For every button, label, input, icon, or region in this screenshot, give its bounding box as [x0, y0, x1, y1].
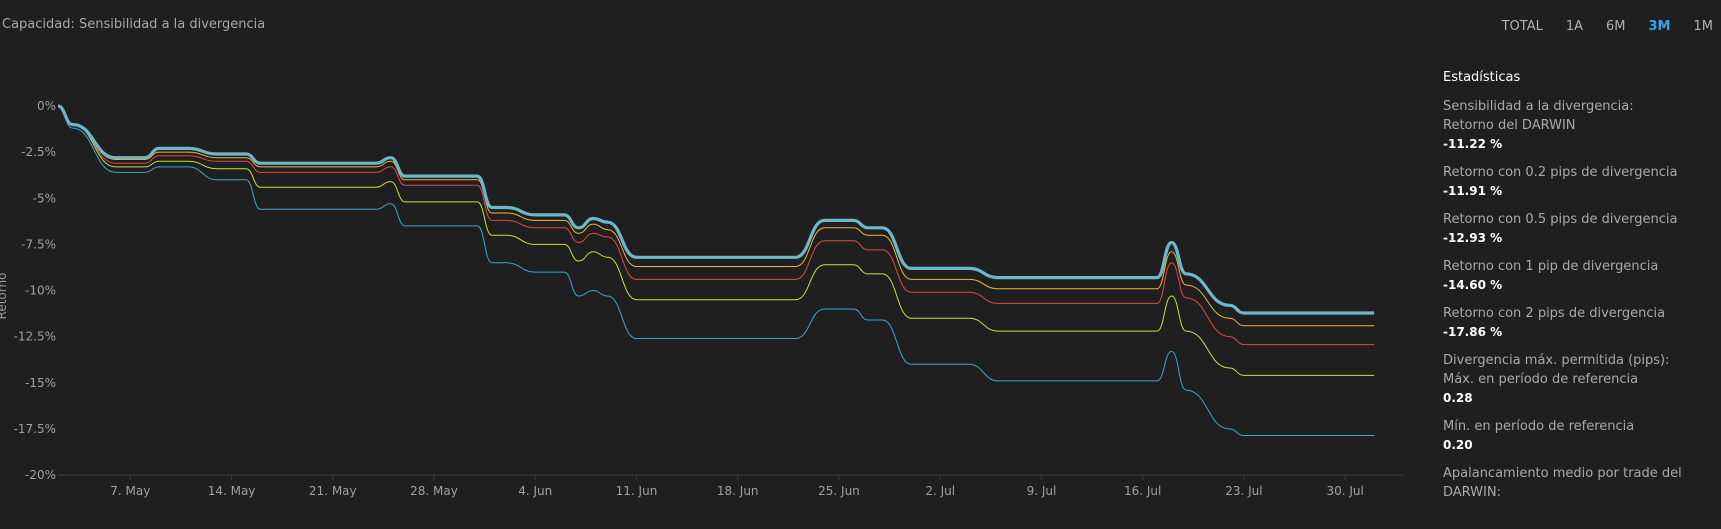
y-ticks: 0% -2.5% -5% -7.5% -10% -12.5% -15% -17.5% -20%	[14, 99, 56, 482]
series-line-1	[57, 105, 1375, 327]
x-tick-label: 9. Jul	[1027, 484, 1057, 498]
stat-value: 0.28	[1443, 391, 1473, 405]
stat-block: Retorno con 1 pip de divergencia -14.60 %	[1443, 257, 1718, 294]
stat-label: Retorno con 0.5 pips de divergencia	[1443, 212, 1678, 227]
divergence-chart: Retorno 0% -2.5% -5% -7.5% -10% -12.5% -15% -17…	[0, 99, 1403, 498]
stat-label: Máx. en período de referencia	[1443, 372, 1639, 387]
x-tick-label: 4. Jun	[518, 484, 552, 498]
x-tick-label: 11. Jun	[616, 484, 658, 498]
stat-block: Mín. en período de referencia 0.20	[1443, 417, 1718, 454]
stat-block: Retorno con 2 pips de divergencia -17.86 …	[1443, 304, 1718, 341]
stat-value: -14.60 %	[1443, 278, 1503, 292]
y-axis-label: Retorno	[0, 273, 9, 320]
stat-label: Retorno con 0.2 pips de divergencia	[1443, 165, 1678, 180]
y-tick-label: -17.5%	[14, 422, 56, 436]
x-tick-label: 21. May	[309, 484, 357, 498]
y-tick-label: 0%	[37, 99, 56, 113]
y-tick-label: -20%	[25, 468, 56, 482]
range-selector: TOTAL 1A 6M 3M 1M	[1502, 19, 1713, 34]
x-tick-label: 18. Jun	[717, 484, 759, 498]
range-1m[interactable]: 1M	[1694, 19, 1714, 34]
stats-heading: Estadísticas	[1443, 70, 1521, 85]
range-6m[interactable]: 6M	[1606, 19, 1626, 34]
range-total[interactable]: TOTAL	[1502, 19, 1543, 34]
x-tick-label: 28. May	[410, 484, 458, 498]
y-tick-label: -10%	[25, 284, 56, 298]
y-tick-label: -15%	[25, 376, 56, 390]
series-line-3	[57, 105, 1375, 376]
x-tick-label: 2. Jul	[925, 484, 955, 498]
x-ticks: 7. May 14. May 21. May 28. May 4. Jun 11. Jun…	[110, 475, 1364, 498]
stat-value: -12.93 %	[1443, 231, 1503, 245]
y-tick-label: -7.5%	[21, 237, 56, 251]
stat-block: Sensibilidad a la divergencia: Retorno de…	[1443, 97, 1718, 153]
stat-value: -17.86 %	[1443, 325, 1503, 339]
stat-label: Retorno con 1 pip de divergencia	[1443, 259, 1659, 274]
x-tick-label: 23. Jul	[1225, 484, 1262, 498]
stat-value: 0.20	[1443, 438, 1473, 452]
stat-label: Divergencia máx. permitida (pips):	[1443, 353, 1670, 368]
y-tick-label: -12.5%	[14, 330, 56, 344]
stat-block: Retorno con 0.5 pips de divergencia -12.9…	[1443, 210, 1718, 247]
x-tick-label: 14. May	[208, 484, 256, 498]
x-tick-label: 7. May	[110, 484, 150, 498]
stat-label: Retorno del DARWIN	[1443, 118, 1576, 133]
stats-panel: Estadísticas Sensibilidad a la divergenc…	[1443, 70, 1718, 512]
x-tick-label: 30. Jul	[1326, 484, 1363, 498]
chart-area: Retorno 0% -2.5% -5% -7.5% -10% -12.5% -15% -17…	[0, 0, 1420, 525]
stat-block: Retorno con 0.2 pips de divergencia -11.9…	[1443, 163, 1718, 200]
series-lines	[57, 104, 1375, 437]
stat-label: Mín. en período de referencia	[1443, 419, 1635, 434]
stat-label: Retorno con 2 pips de divergencia	[1443, 306, 1666, 321]
stat-label: Apalancamiento medio por trade del DARWI…	[1443, 466, 1682, 500]
x-tick-label: 25. Jun	[818, 484, 860, 498]
series-line-2	[57, 105, 1375, 346]
series-line-0	[57, 104, 1375, 315]
stats-list: Sensibilidad a la divergencia: Retorno de…	[1443, 97, 1718, 502]
y-tick-label: -5%	[33, 191, 56, 205]
stat-block: Divergencia máx. permitida (pips): Máx. e…	[1443, 351, 1718, 407]
y-tick-label: -2.5%	[21, 145, 56, 159]
range-1a[interactable]: 1A	[1566, 19, 1583, 34]
stat-value: -11.22 %	[1443, 137, 1503, 151]
stat-block: Apalancamiento medio por trade del DARWI…	[1443, 464, 1718, 502]
range-3m[interactable]: 3M	[1649, 19, 1671, 34]
x-tick-label: 16. Jul	[1124, 484, 1161, 498]
stat-value: -11.91 %	[1443, 184, 1503, 198]
stat-label: Sensibilidad a la divergencia:	[1443, 99, 1634, 114]
